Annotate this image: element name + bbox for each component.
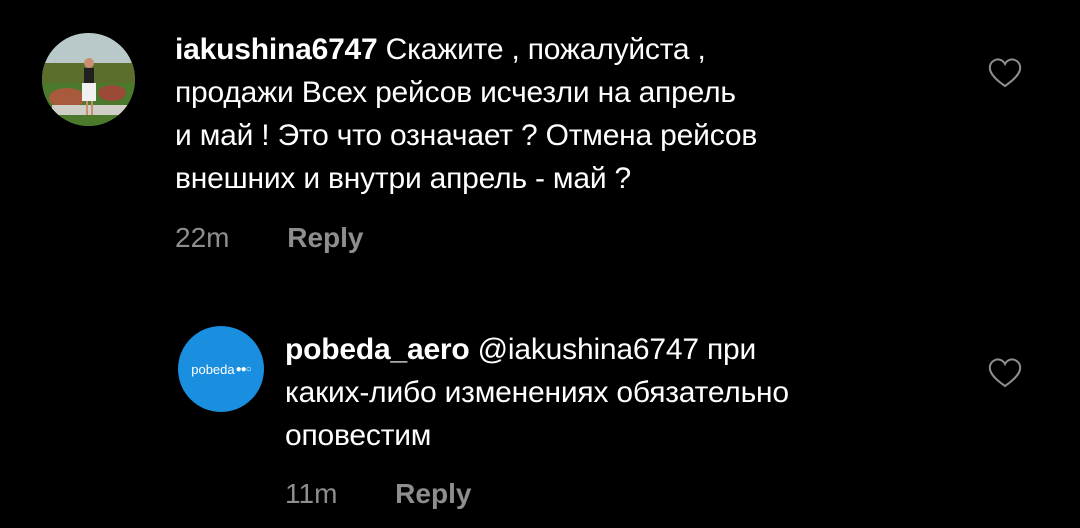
avatar-iakushina6747[interactable] (42, 33, 135, 126)
comment-time: 11m (285, 478, 338, 509)
comment-line: каких-либо изменениях обязательно (285, 376, 789, 409)
comment-line: и май ! Это что означает ? Отмена рейсов (175, 119, 758, 152)
comment-line: внешних и внутри апрель - май ? (175, 162, 632, 195)
comment-line: Скажите , пожалуйста , (385, 33, 706, 66)
comment-body: pobeda_aero @iakushina6747 при каких-либ… (285, 328, 965, 457)
comment-meta: 22m Reply (175, 222, 364, 254)
comment-pobeda_aero: pobeda ●●○ pobeda_aero @iakushina6747 пр… (0, 290, 1080, 528)
comment-meta: 11m Reply (285, 478, 471, 510)
comment-iakushina6747: iakushina6747 Скажите , пожалуйста , про… (0, 0, 1080, 270)
comment-username[interactable]: iakushina6747 (175, 33, 378, 66)
brand-logo-text: pobeda (191, 361, 235, 377)
comment-line: при (698, 333, 757, 366)
comment-username[interactable]: pobeda_aero (285, 333, 470, 366)
comment-line: продажи Всех рейсов исчезли на апрель (175, 76, 736, 109)
reply-button[interactable]: Reply (287, 222, 363, 253)
heart-outline-icon[interactable] (988, 58, 1022, 88)
comment-body: iakushina6747 Скажите , пожалуйста , про… (175, 28, 965, 200)
heart-outline-icon[interactable] (988, 358, 1022, 388)
avatar-pobeda_aero[interactable]: pobeda ●●○ (178, 326, 264, 412)
brand-dots-icon: ●●○ (235, 363, 252, 375)
comment-time: 22m (175, 222, 230, 253)
reply-button[interactable]: Reply (395, 478, 471, 509)
user-photo-icon (42, 33, 135, 126)
comment-line: оповестим (285, 419, 432, 452)
mention-link[interactable]: @iakushina6747 (478, 333, 699, 366)
